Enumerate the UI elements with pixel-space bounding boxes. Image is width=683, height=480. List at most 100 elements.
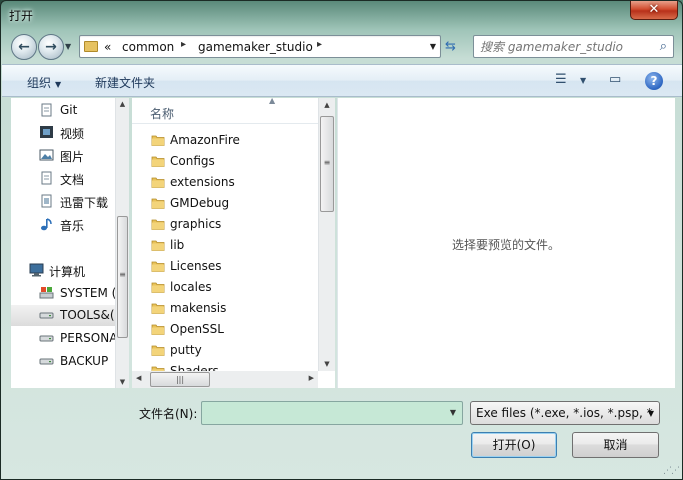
nav-item-tools-drive[interactable]: TOOLS&( bbox=[11, 305, 127, 326]
open-button[interactable]: 打开(O) bbox=[471, 432, 557, 458]
nav-item-backup-drive[interactable]: BACKUP bbox=[11, 351, 127, 372]
nav-item-videos[interactable]: 视频 bbox=[11, 122, 127, 143]
file-name: locales bbox=[170, 280, 212, 294]
help-icon[interactable]: ? bbox=[645, 72, 663, 90]
view-options-dropdown-icon[interactable]: ▼ bbox=[580, 76, 586, 85]
file-name: extensions bbox=[170, 175, 235, 189]
video-icon bbox=[40, 126, 53, 138]
organize-button[interactable]: 组织 ▼ bbox=[27, 74, 61, 91]
nav-label: 计算机 bbox=[49, 265, 86, 279]
resize-grip-icon[interactable]: ⋰⋰ bbox=[663, 466, 680, 476]
address-dropdown-icon[interactable]: ▼ bbox=[430, 42, 436, 51]
file-name: putty bbox=[170, 343, 202, 357]
nav-label: PERSONA bbox=[60, 331, 118, 345]
file-list-pane: ▲ 名称 AmazonFire Configs extensions GMDebug g… bbox=[132, 98, 335, 388]
search-box[interactable]: ⌕ bbox=[473, 35, 674, 58]
nav-item-system-drive[interactable]: SYSTEM ( bbox=[11, 283, 127, 304]
folder-icon bbox=[151, 177, 165, 188]
list-item[interactable]: graphics bbox=[148, 214, 318, 235]
preview-pane-toggle-icon[interactable]: ▭ bbox=[609, 72, 621, 87]
nav-label: 文档 bbox=[60, 173, 85, 187]
back-button[interactable]: ← bbox=[11, 34, 37, 60]
file-name: GMDebug bbox=[170, 196, 230, 210]
column-header-name[interactable]: ▲ 名称 bbox=[132, 98, 318, 124]
download-folder-icon bbox=[41, 194, 52, 208]
filename-dropdown-icon[interactable]: ▼ bbox=[444, 402, 462, 424]
search-input[interactable] bbox=[480, 39, 650, 55]
close-button[interactable]: ✕ bbox=[630, 1, 678, 20]
scroll-up-icon[interactable]: ▲ bbox=[319, 101, 335, 109]
list-item[interactable]: Licenses bbox=[148, 256, 318, 277]
close-icon: ✕ bbox=[648, 2, 660, 17]
recent-locations-dropdown[interactable]: ▼ bbox=[65, 42, 71, 51]
file-type-value: Exe files (*.exe, *.ios, *.psp, * bbox=[476, 406, 653, 420]
scrollbar-grip-icon: ≡ bbox=[323, 158, 331, 167]
folder-icon bbox=[84, 41, 98, 52]
scroll-left-icon[interactable]: ◀ bbox=[136, 374, 141, 382]
nav-label: 图片 bbox=[60, 150, 85, 164]
breadcrumb-gamemaker-studio[interactable]: gamemaker_studio bbox=[198, 40, 313, 54]
list-item[interactable]: putty bbox=[148, 340, 318, 361]
column-title: 名称 bbox=[150, 107, 175, 121]
scrollbar-thumb[interactable]: ||| bbox=[150, 372, 210, 387]
scroll-down-icon[interactable]: ▼ bbox=[319, 360, 335, 368]
view-options-icon[interactable]: ☰ bbox=[555, 72, 567, 87]
computer-icon bbox=[29, 263, 44, 277]
nav-item-music[interactable]: 音乐 bbox=[11, 214, 127, 235]
file-name: Licenses bbox=[170, 259, 222, 273]
nav-label: 音乐 bbox=[60, 219, 85, 233]
forward-button[interactable]: → bbox=[38, 34, 64, 60]
address-bar[interactable]: « common ▸ gamemaker_studio ▸ ▼ bbox=[79, 35, 441, 58]
file-name: AmazonFire bbox=[170, 133, 240, 147]
folder-icon bbox=[151, 156, 165, 167]
breadcrumb-separator-icon[interactable]: ▸ bbox=[317, 39, 322, 50]
nav-item-personal-drive[interactable]: PERSONA bbox=[11, 328, 127, 349]
drive-icon bbox=[39, 312, 54, 319]
folder-icon bbox=[151, 282, 165, 293]
list-item[interactable]: GMDebug bbox=[148, 193, 318, 214]
nav-label: 迅雷下载 bbox=[60, 196, 109, 210]
scrollbar-grip-icon: ≡ bbox=[119, 270, 126, 279]
nav-item-computer[interactable]: 计算机 bbox=[11, 260, 127, 281]
breadcrumb-separator-icon[interactable]: ▸ bbox=[181, 39, 186, 50]
folder-icon bbox=[151, 345, 165, 356]
cancel-button[interactable]: 取消 bbox=[572, 432, 659, 458]
navigation-scrollbar[interactable]: ▲ ≡ ▼ bbox=[115, 98, 129, 388]
list-item[interactable]: Configs bbox=[148, 151, 318, 172]
file-type-select[interactable]: Exe files (*.exe, *.ios, *.psp, * ▼ bbox=[470, 401, 660, 425]
refresh-button[interactable]: ⇆ bbox=[445, 39, 456, 54]
file-list-scrollbar[interactable]: ▲ ≡ ▼ bbox=[318, 98, 335, 371]
list-item[interactable]: makensis bbox=[148, 298, 318, 319]
nav-item-documents[interactable]: 文档 bbox=[11, 168, 127, 189]
filename-input[interactable] bbox=[205, 405, 435, 421]
nav-label: TOOLS&( bbox=[60, 308, 115, 322]
list-item[interactable]: AmazonFire bbox=[148, 130, 318, 151]
address-row: ← → ▼ « common ▸ gamemaker_studio ▸ ▼ ⇆ … bbox=[1, 31, 682, 63]
folder-icon bbox=[151, 198, 165, 209]
open-file-dialog: 打开 ✕ ← → ▼ « common ▸ gamemaker_studio ▸… bbox=[0, 0, 683, 480]
breadcrumb-common[interactable]: common bbox=[122, 40, 174, 54]
nav-item-pictures[interactable]: 图片 bbox=[11, 145, 127, 166]
search-icon[interactable]: ⌕ bbox=[660, 39, 667, 54]
list-item[interactable]: OpenSSL bbox=[148, 319, 318, 340]
file-name: OpenSSL bbox=[170, 322, 224, 336]
preview-pane: 选择要预览的文件。 bbox=[337, 98, 675, 388]
dialog-title: 打开 bbox=[9, 9, 34, 23]
chevron-down-icon: ▼ bbox=[647, 409, 654, 418]
filename-field[interactable]: ▼ bbox=[201, 401, 463, 425]
refresh-icon: ⇆ bbox=[445, 39, 456, 54]
scroll-down-icon[interactable]: ▼ bbox=[116, 378, 129, 386]
navigation-pane: Git 视频 图片 文档 迅雷下载 音乐 计算机 SYSTEM (TOOLS&… bbox=[11, 98, 129, 388]
breadcrumb-overflow[interactable]: « bbox=[104, 40, 111, 54]
list-item[interactable]: extensions bbox=[148, 172, 318, 193]
scroll-right-icon[interactable]: ▶ bbox=[309, 374, 314, 382]
file-list-horizontal-scrollbar[interactable]: ◀ ||| ▶ bbox=[132, 371, 318, 388]
nav-item-git[interactable]: Git bbox=[11, 100, 127, 121]
nav-item-xunlei-downloads[interactable]: 迅雷下载 bbox=[11, 191, 127, 212]
scroll-up-icon[interactable]: ▲ bbox=[116, 100, 129, 108]
folder-icon bbox=[151, 303, 165, 314]
list-item[interactable]: lib bbox=[148, 235, 318, 256]
nav-label: BACKUP bbox=[60, 354, 109, 368]
new-folder-button[interactable]: 新建文件夹 bbox=[95, 74, 155, 91]
list-item[interactable]: locales bbox=[148, 277, 318, 298]
